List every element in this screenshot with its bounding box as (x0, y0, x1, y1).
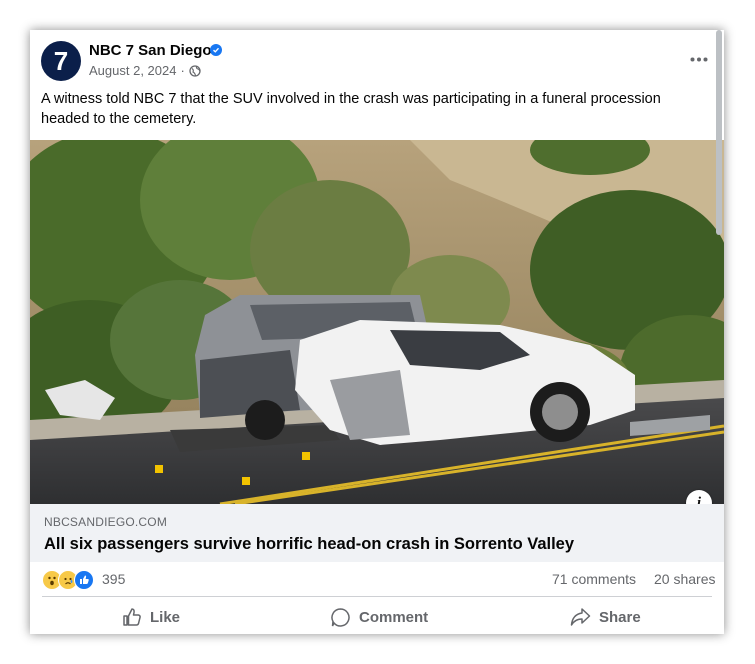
comment-label: Comment (359, 608, 429, 626)
post-header: 7 NBC 7 San Diego August 2, 2024 · (30, 30, 724, 92)
like-button[interactable]: Like (122, 603, 180, 631)
page-avatar[interactable]: 7 (41, 41, 81, 81)
link-title[interactable]: All six passengers survive horrific head… (44, 535, 574, 554)
comment-icon (331, 607, 350, 627)
meta-separator: · (180, 63, 185, 78)
like-icon (123, 608, 141, 626)
share-label: Share (599, 608, 641, 626)
verified-badge-icon (210, 44, 222, 56)
shares-count[interactable]: 20 shares (654, 571, 715, 587)
post-caption: A witness told NBC 7 that the SUV involv… (41, 91, 661, 127)
page-name-link[interactable]: NBC 7 San Diego (89, 42, 212, 59)
post-meta: August 2, 2024 · (89, 63, 201, 78)
avatar-logo: 7 (53, 46, 69, 76)
scrollbar-thumb[interactable] (716, 30, 722, 235)
link-preview[interactable]: NBCSANDIEGO.COM All six passengers survi… (30, 504, 724, 562)
engagement-stats: 395 71 comments 20 shares (30, 562, 724, 596)
post-card: 7 NBC 7 San Diego August 2, 2024 · A wit… (30, 30, 724, 634)
reaction-count[interactable]: 395 (102, 571, 125, 587)
link-domain: NBCSANDIEGO.COM (44, 515, 168, 529)
more-options-icon[interactable] (688, 48, 710, 70)
post-actions: Like Comment Share (30, 600, 724, 634)
crash-scene-image (30, 140, 724, 504)
comment-button[interactable]: Comment (330, 603, 428, 631)
share-button[interactable]: Share (570, 603, 641, 631)
post-date-link[interactable]: August 2, 2024 (89, 63, 176, 78)
like-label: Like (150, 608, 181, 626)
like-reaction-icon (74, 570, 94, 590)
share-icon (570, 608, 591, 626)
globe-icon[interactable] (189, 64, 201, 77)
action-divider (42, 596, 712, 597)
comments-count[interactable]: 71 comments (552, 571, 636, 587)
post-photo[interactable] (30, 140, 724, 504)
reactions-summary[interactable] (42, 570, 94, 590)
